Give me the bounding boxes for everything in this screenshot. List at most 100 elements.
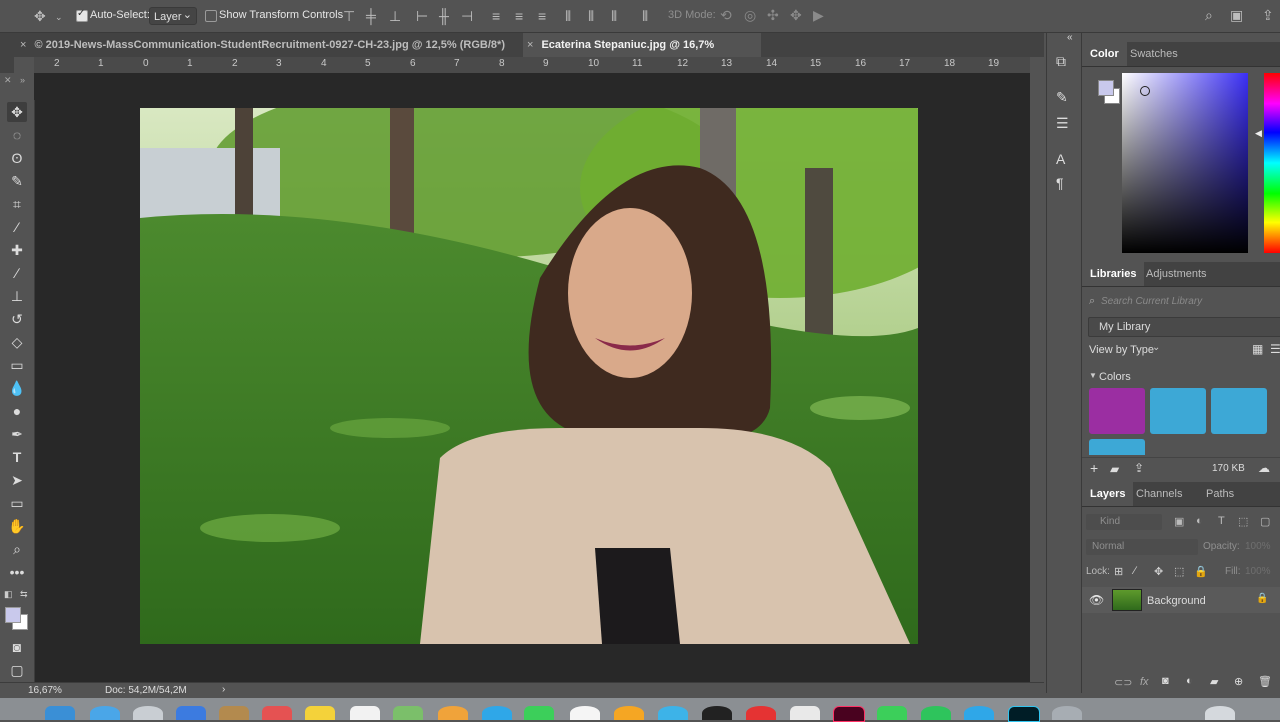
- auto-select-checkbox[interactable]: [76, 8, 88, 22]
- marquee-tool-icon[interactable]: ◌: [7, 125, 27, 145]
- more-tools-icon[interactable]: •••: [7, 562, 27, 582]
- align-bottom-icon[interactable]: ⊥: [389, 9, 401, 23]
- canvas-area[interactable]: [34, 73, 1030, 683]
- hue-slider[interactable]: [1264, 73, 1280, 253]
- 3d-scale-icon[interactable]: ▶: [813, 8, 824, 22]
- library-color-swatch[interactable]: [1211, 388, 1267, 434]
- trash-app-icon[interactable]: [1052, 706, 1082, 720]
- tab-layers[interactable]: Layers: [1082, 482, 1134, 506]
- mail-app-icon[interactable]: [176, 706, 206, 720]
- layer-kind-filter[interactable]: Kind: [1086, 514, 1162, 530]
- collapse-icon[interactable]: ✕: [4, 75, 12, 86]
- dodge-tool-icon[interactable]: ●: [7, 401, 27, 421]
- expand-icon[interactable]: »: [20, 75, 25, 85]
- layer-row[interactable]: 👁 Background 🔒: [1082, 587, 1280, 613]
- folder-icon[interactable]: ▰: [1110, 462, 1119, 476]
- character-panel-icon[interactable]: A: [1056, 151, 1065, 167]
- brush-tool-icon[interactable]: ∕: [7, 263, 27, 283]
- trash-icon[interactable]: 🗑: [1258, 675, 1272, 688]
- align-vcenter-icon[interactable]: ╪: [366, 9, 376, 23]
- adobe-app-icon[interactable]: [746, 706, 776, 720]
- finder-app-icon[interactable]: [45, 706, 75, 720]
- tab-adjustments[interactable]: Adjustments: [1138, 262, 1215, 286]
- photos-app-icon[interactable]: [438, 706, 468, 720]
- auto-select-target-dropdown[interactable]: Layer ⌄: [149, 7, 197, 25]
- swap-colors-icon[interactable]: ⇆: [20, 589, 28, 600]
- history-panel-icon[interactable]: ⧉: [1056, 53, 1066, 70]
- collapse-panels-icon[interactable]: «: [1067, 32, 1073, 43]
- add-icon[interactable]: +: [1090, 460, 1098, 476]
- library-color-swatch[interactable]: [1150, 388, 1206, 434]
- downloads-app-icon[interactable]: [1205, 706, 1235, 720]
- lasso-tool-icon[interactable]: ʘ: [7, 148, 27, 168]
- list-view-icon[interactable]: ☰: [1270, 342, 1280, 356]
- grid-view-icon[interactable]: ▦: [1252, 342, 1263, 356]
- safari-app-icon[interactable]: [90, 706, 120, 720]
- 3d-slide-icon[interactable]: ✥: [790, 8, 802, 22]
- gradient-tool-icon[interactable]: ▭: [7, 355, 27, 375]
- history-brush-tool-icon[interactable]: ↺: [7, 309, 27, 329]
- crop-tool-icon[interactable]: ⌗: [7, 194, 27, 214]
- lock-icon[interactable]: 🔒: [1256, 593, 1268, 604]
- link-layers-icon[interactable]: ⊂⊃: [1114, 676, 1132, 689]
- fill-input[interactable]: 100%: [1245, 566, 1271, 577]
- brush-settings-icon[interactable]: ✎: [1056, 89, 1068, 106]
- maps-app-icon[interactable]: [393, 706, 423, 720]
- document-image[interactable]: [140, 108, 918, 644]
- quick-mask-icon[interactable]: ◙: [7, 637, 27, 657]
- library-color-swatch[interactable]: [1089, 388, 1145, 434]
- distribute-top-icon[interactable]: ≡: [492, 9, 500, 23]
- ibooks-app-icon[interactable]: [614, 706, 644, 720]
- distribute-left-icon[interactable]: ⦀: [565, 9, 571, 23]
- color-field[interactable]: [1122, 73, 1248, 253]
- eyedropper-tool-icon[interactable]: ⁄: [7, 217, 27, 237]
- appstore-app-icon[interactable]: [482, 706, 512, 720]
- eye-icon[interactable]: 👁: [1089, 593, 1104, 607]
- search-icon[interactable]: ⌕: [1205, 8, 1213, 22]
- skype-app-icon[interactable]: [964, 706, 994, 720]
- align-top-icon[interactable]: ⊤: [343, 9, 355, 23]
- default-colors-icon[interactable]: ◧: [4, 589, 13, 600]
- move-tool-icon[interactable]: ✥: [34, 9, 46, 23]
- move-tool-icon[interactable]: ✥: [7, 102, 27, 122]
- lock-transparency-icon[interactable]: ⊞: [1114, 565, 1123, 578]
- calendar-app-icon[interactable]: [262, 706, 292, 720]
- distribute-bottom-icon[interactable]: ≡: [538, 9, 546, 23]
- system-prefs-app-icon[interactable]: [133, 706, 163, 720]
- screen-mode-icon[interactable]: ▢: [7, 660, 27, 680]
- healing-brush-tool-icon[interactable]: ✚: [7, 240, 27, 260]
- close-icon[interactable]: ×: [527, 39, 533, 51]
- collapse-triangle-icon[interactable]: ▼: [1089, 371, 1097, 380]
- clock-app-icon[interactable]: [702, 706, 732, 720]
- tab-channels[interactable]: Channels: [1128, 482, 1190, 506]
- lock-artboard-icon[interactable]: ⬚: [1174, 565, 1184, 578]
- opacity-input[interactable]: 100%: [1245, 541, 1271, 552]
- paragraph-panel-icon[interactable]: ¶: [1056, 175, 1064, 191]
- auto-align-icon[interactable]: ⦀: [642, 9, 648, 23]
- library-select[interactable]: My Library: [1088, 317, 1280, 337]
- tab-paths[interactable]: Paths: [1198, 482, 1242, 506]
- align-left-icon[interactable]: ⊢: [416, 9, 428, 23]
- zoom-tool-icon[interactable]: ⌕: [7, 539, 27, 559]
- adjustment-filter-icon[interactable]: ◐: [1196, 515, 1203, 527]
- close-icon[interactable]: ×: [20, 39, 26, 51]
- document-tab-2[interactable]: ×Ecaterina Stepaniuc.jpg @ 16,7% (RGB/8*…: [523, 33, 761, 75]
- blur-tool-icon[interactable]: 💧: [7, 378, 27, 398]
- chevron-down-icon[interactable]: ⌄: [55, 10, 63, 24]
- textedit-app-icon[interactable]: [350, 706, 380, 720]
- rectangle-tool-icon[interactable]: ▭: [7, 493, 27, 513]
- type-tool-icon[interactable]: T: [7, 447, 27, 467]
- quick-selection-tool-icon[interactable]: ✎: [7, 171, 27, 191]
- properties-panel-icon[interactable]: ☰: [1056, 115, 1069, 132]
- blend-mode-select[interactable]: Normal: [1086, 539, 1198, 555]
- pixel-filter-icon[interactable]: ▣: [1174, 515, 1184, 528]
- cloud-sync-icon[interactable]: ☁: [1258, 461, 1270, 475]
- distribute-vcenter-icon[interactable]: ≡: [515, 9, 523, 23]
- notes-app-icon[interactable]: [219, 706, 249, 720]
- tab-color[interactable]: Color: [1082, 42, 1127, 66]
- hue-slider-handle[interactable]: ◀: [1255, 128, 1262, 139]
- share-icon[interactable]: ⇪: [1262, 8, 1274, 22]
- stickies-app-icon[interactable]: [305, 706, 335, 720]
- align-hcenter-icon[interactable]: ╫: [439, 9, 449, 23]
- tab-swatches[interactable]: Swatches: [1122, 42, 1186, 66]
